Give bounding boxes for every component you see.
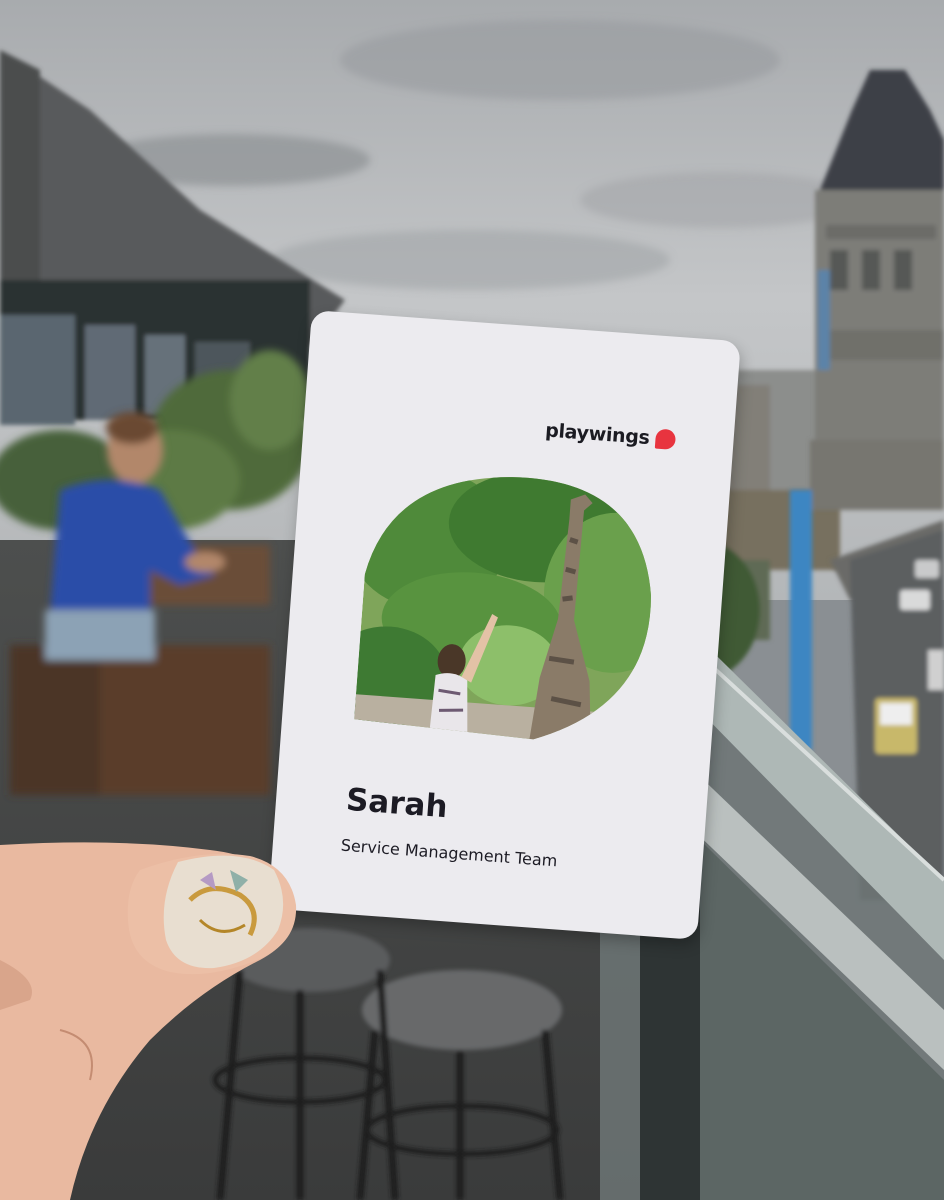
photo-scene: playwings Sarah Service Management Team bbox=[0, 0, 944, 1200]
thumb bbox=[127, 853, 297, 975]
